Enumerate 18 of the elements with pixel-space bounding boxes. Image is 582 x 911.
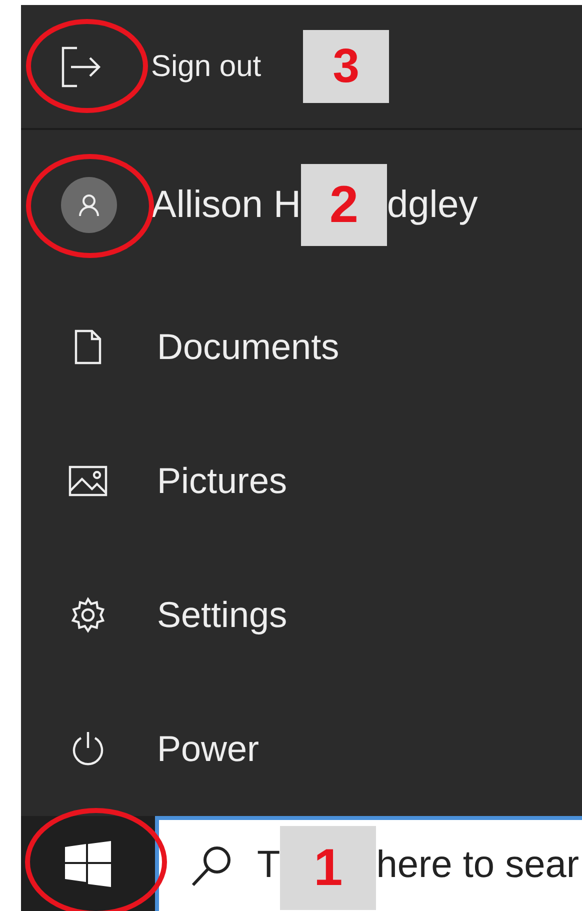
search-field[interactable]: T 1 here to sear — [155, 816, 582, 911]
sign-out-icon — [61, 46, 101, 88]
number-label: 3 — [303, 30, 390, 103]
number-label: 2 — [300, 164, 387, 246]
settings-icon — [69, 596, 107, 634]
search-placeholder-start: T — [257, 844, 280, 887]
picture-icon — [68, 465, 108, 497]
menu-item[interactable]: Power — [157, 728, 260, 770]
document-icon — [74, 329, 102, 365]
windows-logo-icon — [65, 840, 111, 886]
menu-item[interactable]: Pictures — [157, 460, 288, 502]
number-label: 1 — [280, 826, 376, 910]
user-name-end[interactable]: dgley — [386, 184, 478, 226]
power-icon — [70, 730, 106, 768]
menu-item[interactable]: Settings — [157, 594, 288, 636]
search-placeholder-end: here to sear — [376, 844, 580, 887]
sign-out-label[interactable]: Sign out — [151, 50, 262, 84]
menu-item[interactable]: Documents — [157, 326, 340, 368]
